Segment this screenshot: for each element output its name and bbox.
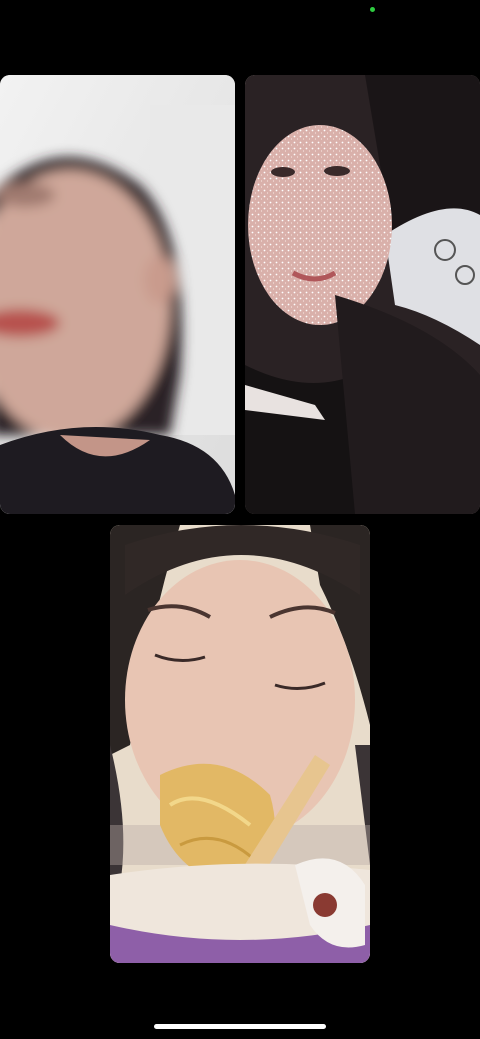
participant-1-video-frame	[0, 75, 235, 514]
camera-active-indicator	[370, 7, 375, 12]
participant-2-video-frame	[245, 75, 480, 514]
participant-3-video-frame	[110, 525, 370, 963]
participant-video-2[interactable]	[245, 75, 480, 514]
participant-video-3[interactable]	[110, 525, 370, 963]
participant-video-1[interactable]	[0, 75, 235, 514]
home-indicator[interactable]	[154, 1024, 326, 1029]
